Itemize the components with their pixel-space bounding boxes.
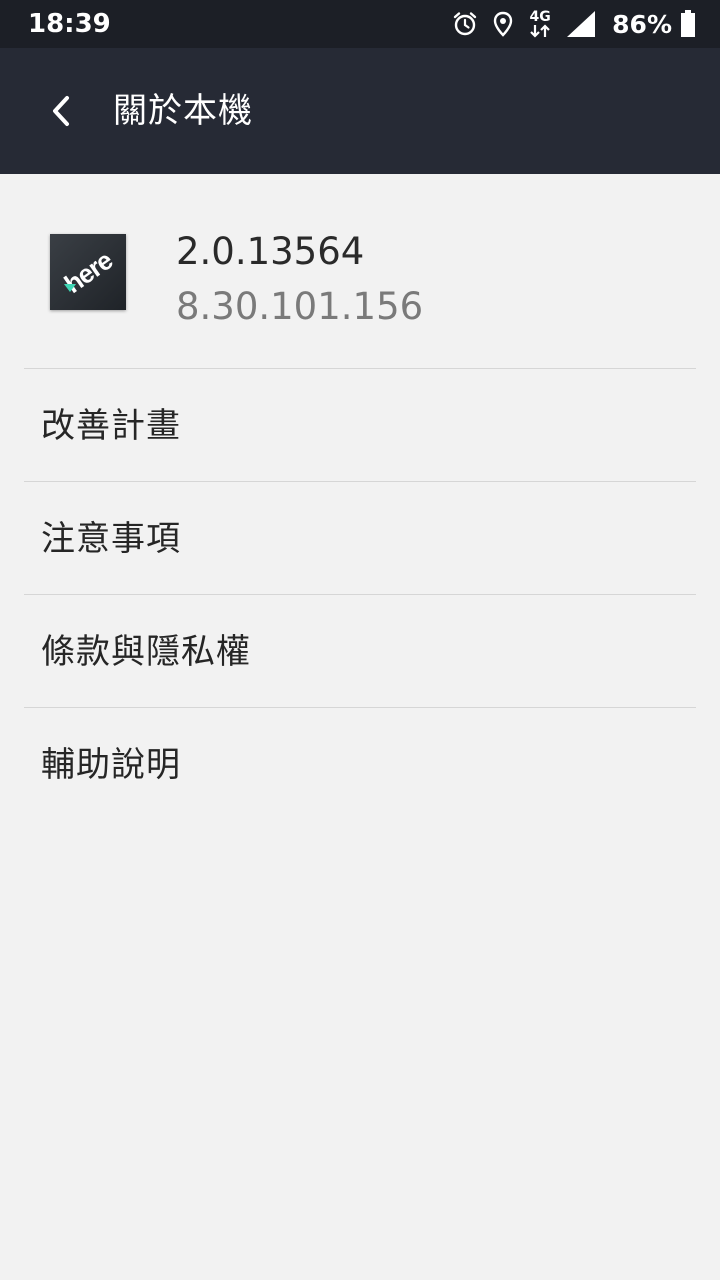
status-time: 18:39 (28, 9, 111, 39)
menu-item-label: 注意事項 (41, 519, 181, 559)
network-type: 4G (529, 9, 551, 25)
app-version: 2.0.13564 (176, 230, 365, 273)
signal-icon (566, 10, 596, 38)
content: here 2.0.13564 8.30.101.156 改善計畫 注意事項 條款… (0, 174, 720, 820)
chevron-left-icon (53, 96, 69, 126)
data-transfer-icon: 4G (528, 10, 552, 38)
alarm-icon (452, 11, 478, 37)
battery-icon (680, 10, 696, 38)
status-icons: 4G 86% (438, 0, 696, 48)
menu-item-label: 改善計畫 (41, 406, 181, 446)
page-title: 關於本機 (113, 91, 253, 131)
menu-list: 改善計畫 注意事項 條款與隱私權 輔助說明 (0, 369, 720, 820)
menu-item-label: 條款與隱私權 (41, 632, 251, 672)
location-icon (492, 11, 514, 37)
menu-item-help[interactable]: 輔助說明 (24, 708, 696, 820)
battery-percent: 86% (612, 9, 672, 39)
menu-item-terms-privacy[interactable]: 條款與隱私權 (24, 595, 696, 708)
app-info-header: here 2.0.13564 8.30.101.156 (24, 174, 696, 369)
menu-item-label: 輔助說明 (41, 745, 181, 785)
build-number: 8.30.101.156 (176, 285, 424, 328)
app-bar: 關於本機 (0, 48, 720, 174)
menu-item-notices[interactable]: 注意事項 (24, 482, 696, 595)
logo-accent-mark (64, 284, 76, 292)
status-bar: 18:39 4G 86% (0, 0, 720, 48)
here-logo: here (50, 234, 126, 310)
menu-item-improvement-program[interactable]: 改善計畫 (24, 369, 696, 482)
back-button[interactable] (36, 81, 84, 141)
